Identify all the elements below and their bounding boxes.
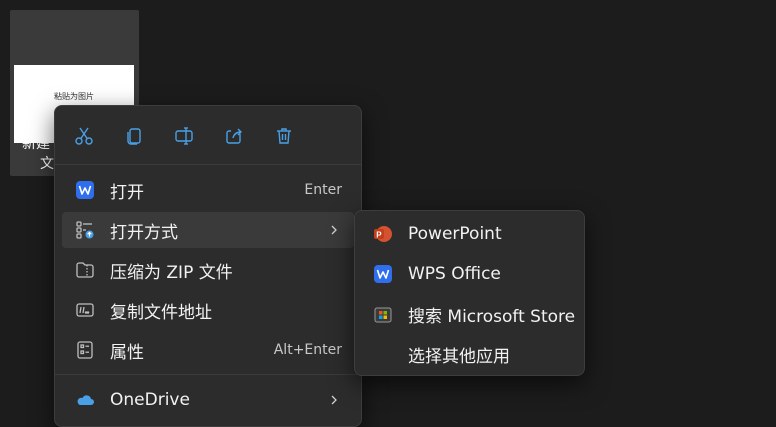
chevron-right-icon (328, 394, 340, 406)
rename-icon (175, 127, 193, 145)
menu-divider (55, 164, 361, 165)
copy-path-icon (74, 299, 96, 321)
zip-folder-icon (74, 259, 96, 281)
shortcut-text: Alt+Enter (273, 342, 342, 358)
context-menu-toolbar (55, 106, 361, 164)
menu-item-label: 压缩为 ZIP 文件 (110, 262, 233, 283)
submenu-item-label: 搜索 Microsoft Store (408, 306, 576, 327)
menu-item-label: 复制文件地址 (110, 302, 212, 323)
submenu-item-wps-office[interactable]: WPS Office (360, 255, 579, 293)
blank-icon-slot (372, 343, 394, 365)
menu-item-label: 打开 (110, 182, 144, 203)
submenu-item-choose-other-app[interactable]: 选择其他应用 (360, 335, 579, 373)
cut-button[interactable] (67, 120, 101, 152)
submenu-item-powerpoint[interactable]: P PowerPoint (360, 215, 579, 253)
copy-button[interactable] (117, 120, 151, 152)
menu-item-label: OneDrive (110, 390, 190, 410)
open-with-icon (74, 219, 96, 241)
powerpoint-icon: P (372, 223, 394, 245)
menu-item-properties[interactable]: 属性 Alt+Enter (62, 332, 354, 368)
share-button[interactable] (217, 120, 251, 152)
scissors-icon (75, 127, 93, 145)
menu-divider (55, 374, 361, 375)
copy-icon (127, 128, 141, 145)
onedrive-icon (74, 389, 96, 411)
share-icon (226, 128, 242, 144)
wps-icon (372, 263, 394, 285)
store-icon (372, 303, 394, 325)
wps-icon (74, 179, 96, 201)
delete-button[interactable] (267, 120, 301, 152)
submenu-item-search-store[interactable]: 搜索 Microsoft Store (360, 295, 579, 333)
menu-item-label: 打开方式 (110, 222, 178, 243)
submenu-item-label: PowerPoint (408, 224, 502, 244)
menu-item-open[interactable]: 打开 Enter (62, 172, 354, 208)
submenu-item-label: WPS Office (408, 264, 501, 284)
menu-item-label: 属性 (110, 342, 144, 363)
context-menu: 打开 Enter 打开方式 压缩为 ZIP 文件 复制文件地址 属性 Alt+E… (54, 105, 362, 427)
open-with-submenu: P PowerPoint WPS Office 搜索 Microsoft Sto… (354, 210, 585, 376)
file-name-line1: 新建 (22, 136, 50, 152)
trash-icon (277, 128, 291, 144)
properties-icon (74, 339, 96, 361)
submenu-item-label: 选择其他应用 (408, 346, 510, 367)
chevron-right-icon (328, 224, 340, 236)
shortcut-text: Enter (304, 182, 342, 198)
menu-item-onedrive[interactable]: OneDrive (62, 382, 354, 418)
rename-button[interactable] (167, 120, 201, 152)
menu-item-copy-path[interactable]: 复制文件地址 (62, 292, 354, 328)
menu-item-open-with[interactable]: 打开方式 (62, 212, 354, 248)
menu-item-compress-zip[interactable]: 压缩为 ZIP 文件 (62, 252, 354, 288)
thumbnail-text: 粘贴为图片 (54, 92, 94, 101)
svg-text:P: P (376, 231, 382, 240)
